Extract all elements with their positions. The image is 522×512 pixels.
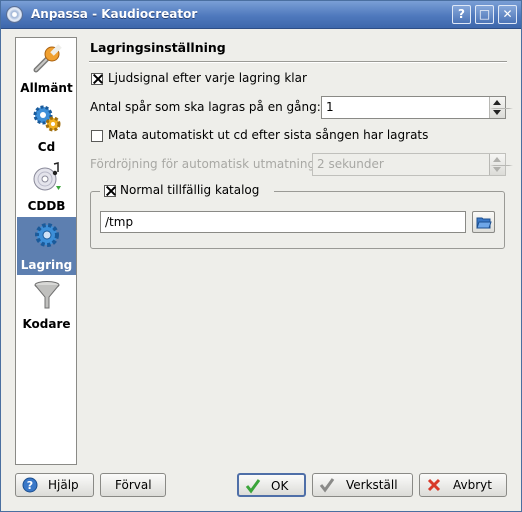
defaults-label: Förval	[115, 478, 152, 492]
apply-button[interactable]: Verkställ	[312, 473, 413, 497]
sidebar-item-cd[interactable]: Cd	[17, 99, 76, 157]
sidebar-item-label: Kodare	[22, 317, 71, 331]
tempdir-input[interactable]: /tmp	[100, 211, 466, 233]
beep-checkbox[interactable]	[91, 73, 103, 85]
funnel-icon	[34, 281, 60, 309]
folder-open-icon	[476, 217, 492, 229]
tracks-value[interactable]: 1	[326, 100, 334, 114]
tempdir-value[interactable]: /tmp	[105, 215, 133, 229]
sidebar-item-label: Lagring	[20, 258, 73, 272]
cd-music-icon	[33, 162, 61, 191]
window-title: Anpassa - Kaudiocreator	[31, 7, 198, 21]
sidebar-item-lagring[interactable]: Lagring	[17, 217, 76, 275]
cancel-x-icon	[427, 478, 441, 492]
eject-checkbox-label[interactable]: Mata automatiskt ut cd efter sista sånge…	[108, 128, 428, 142]
wrench-icon	[33, 44, 62, 73]
checkmark-icon	[245, 479, 261, 494]
titlebar-help-button[interactable]: ?	[452, 5, 471, 24]
browse-folder-button[interactable]	[472, 211, 495, 233]
cancel-button[interactable]: Avbryt	[419, 473, 507, 497]
sidebar-item-cddb[interactable]: CDDB	[17, 158, 76, 216]
checkmark-gray-icon	[319, 478, 335, 493]
tracks-label: Antal spår som ska lagras på en gång:	[90, 100, 321, 114]
sidebar-item-allmant[interactable]: Allmänt	[17, 40, 76, 98]
title-divider	[89, 61, 507, 63]
delay-label: Fördröjning för automatisk utmatning:	[90, 157, 320, 171]
spinbox-arrows[interactable]	[489, 97, 513, 118]
tempdir-checkbox-label[interactable]: Normal tillfällig katalog	[120, 183, 259, 197]
sidebar-item-kodare[interactable]: Kodare	[17, 276, 76, 334]
cd-app-icon[interactable]	[6, 6, 23, 23]
delay-value: 2 sekunder	[317, 157, 384, 171]
delay-spinbox[interactable]: 2 sekunder	[312, 153, 513, 176]
spinbox-arrows[interactable]	[489, 154, 513, 175]
defaults-button[interactable]: Förval	[100, 473, 166, 497]
help-button[interactable]: ? Hjälp	[15, 473, 94, 497]
gear-icon	[35, 223, 59, 247]
help-label: Hjälp	[48, 478, 79, 492]
sidebar-item-label: CDDB	[27, 199, 66, 213]
help-icon: ?	[22, 477, 38, 493]
ok-button[interactable]: OK	[237, 473, 306, 497]
tracks-spinbox[interactable]: 1	[321, 96, 513, 119]
tempdir-checkbox[interactable]	[104, 185, 116, 197]
apply-label: Verkställ	[346, 478, 398, 492]
eject-checkbox[interactable]	[91, 130, 103, 142]
tempdir-group-legend: Normal tillfällig katalog	[100, 182, 274, 200]
beep-checkbox-label[interactable]: Ljudsignal efter varje lagring klar	[108, 71, 307, 85]
ok-label: OK	[271, 479, 289, 493]
sidebar-item-label: Allmänt	[20, 81, 73, 95]
page-title: Lagringsinställning	[90, 40, 226, 55]
sidebar-item-label: Cd	[37, 140, 56, 154]
close-button[interactable]: ✕	[498, 5, 517, 24]
svg-text:?: ?	[27, 479, 33, 492]
gears-icon	[33, 105, 61, 132]
title-bar[interactable]: Anpassa - Kaudiocreator ? □ ✕	[1, 1, 521, 29]
sidebar: Allmänt Cd CDDB Lagring Kodare	[15, 37, 77, 465]
cancel-label: Avbryt	[453, 478, 492, 492]
maximize-button[interactable]: □	[475, 5, 494, 24]
